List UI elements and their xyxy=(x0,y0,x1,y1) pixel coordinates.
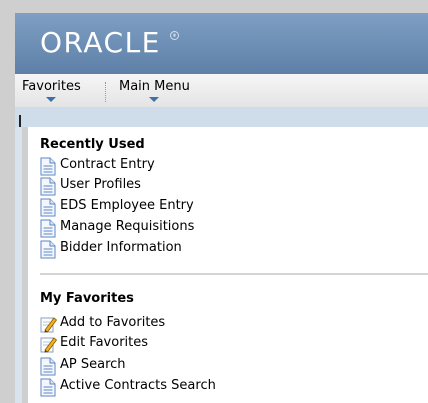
document-icon xyxy=(40,357,56,376)
oracle-logo: ORACLE xyxy=(40,26,161,59)
recent-item-contract-entry[interactable]: Contract Entry xyxy=(40,156,300,176)
favorite-item-active-contracts-search[interactable]: Active Contracts Search xyxy=(40,377,300,397)
nav-favorites-menu[interactable]: Favorites xyxy=(22,79,81,105)
nav-favorites-label: Favorites xyxy=(22,79,81,94)
document-icon xyxy=(40,219,56,238)
my-favorites-heading: My Favorites xyxy=(40,291,134,306)
recent-item-label: Manage Requisitions xyxy=(60,219,195,234)
nav-main-menu-label: Main Menu xyxy=(119,79,190,94)
recent-item-manage-requisitions[interactable]: Manage Requisitions xyxy=(40,218,300,238)
recent-item-label: User Profiles xyxy=(60,177,141,192)
favorite-item-label: Edit Favorites xyxy=(60,335,149,350)
recent-item-label: Contract Entry xyxy=(60,157,155,172)
document-icon xyxy=(40,378,56,397)
document-icon xyxy=(40,198,56,217)
favorite-item-label: AP Search xyxy=(60,357,126,372)
pencil-icon xyxy=(40,337,57,353)
favorite-item-label: Add to Favorites xyxy=(60,315,166,330)
favorites-dropdown-panel: Recently Used Contract Entry User Profil… xyxy=(28,127,428,403)
app-frame: ORACLE ® Favorites Main Menu Recently Us… xyxy=(0,0,428,403)
recent-item-label: EDS Employee Entry xyxy=(60,198,194,213)
section-divider xyxy=(40,273,428,275)
oracle-header: ORACLE ® xyxy=(15,13,428,74)
left-strip xyxy=(15,127,22,403)
nav-divider xyxy=(105,82,107,102)
favorite-item-add-to-favorites[interactable]: Add to Favorites xyxy=(40,314,300,334)
document-icon xyxy=(40,157,56,176)
chevron-down-icon xyxy=(149,97,160,102)
recently-used-heading: Recently Used xyxy=(40,137,145,152)
favorite-item-ap-search[interactable]: AP Search xyxy=(40,356,300,376)
recent-item-label: Bidder Information xyxy=(60,240,182,255)
document-icon xyxy=(40,240,56,259)
dropdown-top-band xyxy=(15,107,428,127)
document-icon xyxy=(40,177,56,196)
pencil-icon xyxy=(40,317,57,333)
favorite-item-label: Active Contracts Search xyxy=(60,378,216,393)
favorite-item-edit-favorites[interactable]: Edit Favorites xyxy=(40,334,300,354)
recent-item-user-profiles[interactable]: User Profiles xyxy=(40,176,300,196)
recent-item-eds-employee-entry[interactable]: EDS Employee Entry xyxy=(40,197,300,217)
nav-main-menu[interactable]: Main Menu xyxy=(119,79,190,105)
chevron-down-icon xyxy=(46,97,57,102)
navigation-bar: Favorites Main Menu xyxy=(15,74,428,108)
recent-item-bidder-information[interactable]: Bidder Information xyxy=(40,239,300,259)
registered-mark: ® xyxy=(170,31,179,40)
